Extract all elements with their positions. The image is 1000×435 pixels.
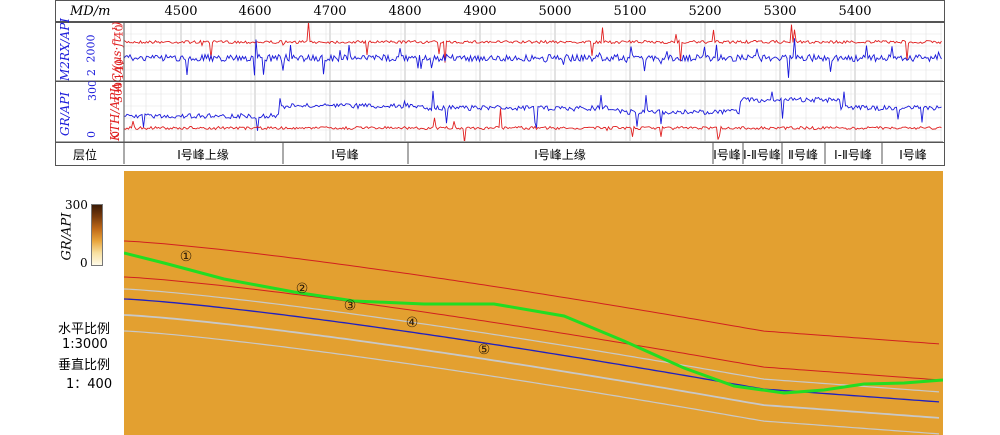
geologic-section: ① ② ③ ④ ⑤ (124, 171, 943, 435)
curve-group (124, 23, 942, 141)
vertical-scale-value: 1：400 (66, 377, 113, 392)
colorbar-max: 300 (65, 198, 88, 212)
zone-label: Ⅰ号峰上缘 (534, 148, 586, 162)
zone-label: Ⅰ号峰 (713, 148, 741, 162)
zone-label: Ⅰ-Ⅱ号峰 (834, 148, 872, 162)
zone-label: Ⅱ号峰 (788, 148, 818, 162)
horizon-marker: ③ (344, 298, 357, 314)
horizon-marker: ⑤ (478, 342, 491, 358)
zone-label: Ⅰ号峰 (899, 148, 927, 162)
horizontal-scale-value: 1:3000 (62, 337, 108, 352)
log-grid (124, 23, 942, 141)
vertical-scale-label: 垂直比例 (58, 358, 111, 373)
zone-label: Ⅰ号峰 (331, 148, 359, 162)
colorbar (91, 204, 103, 266)
horizon-marker: ② (296, 281, 309, 297)
zone-label: Ⅰ-Ⅱ号峰 (743, 148, 781, 162)
horizontal-scale-label: 水平比例 (58, 322, 111, 337)
colorbar-min: 0 (80, 256, 88, 270)
zone-label: Ⅰ号峰上缘 (177, 148, 229, 162)
log-curves (55, 22, 943, 164)
colorbar-label: GR/API (59, 212, 75, 261)
horizon-marker: ① (180, 249, 193, 265)
horizon-marker: ④ (406, 315, 419, 331)
